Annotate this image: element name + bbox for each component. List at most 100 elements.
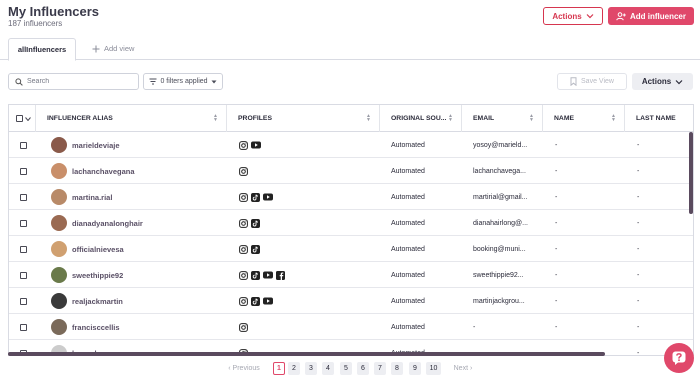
tab-allinfluencers[interactable]: allInfluencers bbox=[8, 38, 76, 61]
page-button[interactable]: 8 bbox=[391, 362, 403, 375]
row-checkbox[interactable] bbox=[20, 271, 27, 279]
avatar bbox=[51, 293, 67, 309]
chevron-down-icon[interactable] bbox=[25, 116, 31, 121]
influencer-alias[interactable]: sweethippie92 bbox=[72, 271, 123, 280]
page-button[interactable]: 6 bbox=[357, 362, 369, 375]
source-cell: Automated bbox=[391, 167, 425, 175]
page-button[interactable]: 3 bbox=[305, 362, 317, 375]
sort-icon[interactable]: ▲ ▼ bbox=[366, 114, 371, 123]
row-checkbox[interactable] bbox=[20, 141, 27, 149]
name-cell: - bbox=[555, 271, 558, 279]
page-button[interactable]: 4 bbox=[322, 362, 334, 375]
youtube-icon[interactable] bbox=[263, 271, 273, 279]
table-row[interactable]: sweethippie92 Automated sweethippie92... - - bbox=[9, 262, 693, 288]
column-header-last-name[interactable]: LAST NAME bbox=[625, 105, 693, 132]
table-row[interactable]: officialnievesa Automated booking@muni... -… bbox=[9, 236, 693, 262]
influencer-alias[interactable]: officialnievesa bbox=[72, 245, 124, 254]
add-influencer-button[interactable]: Add influencer bbox=[608, 7, 694, 25]
table-row[interactable]: realjackmartin Automated martinjackgrou...… bbox=[9, 288, 693, 314]
row-checkbox[interactable] bbox=[20, 323, 27, 331]
table-row[interactable]: francisccellis Automated - - - bbox=[9, 314, 693, 340]
table-row[interactable]: marieldeviaje Automated yosoy@marield... - - bbox=[9, 132, 693, 158]
page-button[interactable]: 10 bbox=[426, 362, 441, 375]
youtube-icon[interactable] bbox=[251, 141, 261, 149]
row-checkbox[interactable] bbox=[20, 297, 27, 305]
influencer-alias[interactable]: francisccellis bbox=[72, 323, 120, 332]
help-chat-button[interactable] bbox=[664, 343, 694, 373]
column-header-profiles[interactable]: PROFILES ▲ ▼ bbox=[227, 105, 380, 132]
instagram-icon[interactable] bbox=[239, 140, 248, 150]
search-input[interactable] bbox=[27, 78, 127, 85]
email-cell: lachanchavega... bbox=[473, 167, 526, 175]
sort-icon[interactable]: ▲ ▼ bbox=[529, 114, 534, 123]
last-name-cell: - bbox=[637, 141, 640, 149]
previous-page-button[interactable]: ‹ Previous bbox=[224, 362, 264, 375]
table-row[interactable]: martina.rial Automated martirial@gmail... -… bbox=[9, 184, 693, 210]
avatar bbox=[51, 137, 67, 153]
profiles-cell bbox=[239, 158, 379, 184]
last-name-cell: - bbox=[637, 193, 640, 201]
table-header: INFLUENCER ALIAS ▲ ▼ PROFILES ▲ ▼ ORIGINAL… bbox=[9, 105, 693, 132]
search-icon bbox=[15, 77, 23, 86]
influencer-alias[interactable]: marieldeviaje bbox=[72, 141, 120, 150]
vertical-scrollbar[interactable] bbox=[689, 132, 693, 214]
column-header-source[interactable]: ORIGINAL SOU... ▲ ▼ bbox=[380, 105, 462, 132]
instagram-icon[interactable] bbox=[239, 192, 248, 202]
facebook-icon[interactable] bbox=[276, 270, 285, 280]
influencer-alias[interactable]: realjackmartin bbox=[72, 297, 123, 306]
save-view-button[interactable]: Save View bbox=[557, 73, 627, 90]
youtube-icon[interactable] bbox=[263, 297, 273, 305]
avatar bbox=[51, 267, 67, 283]
instagram-icon[interactable] bbox=[239, 166, 248, 176]
tiktok-icon[interactable] bbox=[251, 218, 260, 228]
table-actions-button[interactable]: Actions bbox=[632, 73, 693, 90]
select-all-checkbox[interactable] bbox=[16, 115, 23, 122]
column-header-alias[interactable]: INFLUENCER ALIAS ▲ ▼ bbox=[36, 105, 227, 132]
filters-button[interactable]: 0 filters applied bbox=[143, 73, 223, 90]
row-checkbox[interactable] bbox=[20, 219, 27, 227]
instagram-icon[interactable] bbox=[239, 244, 248, 254]
instagram-icon[interactable] bbox=[239, 218, 248, 228]
tiktok-icon[interactable] bbox=[251, 192, 260, 202]
tiktok-icon[interactable] bbox=[251, 244, 260, 254]
profiles-cell bbox=[239, 184, 379, 210]
sort-icon[interactable]: ▲ ▼ bbox=[213, 114, 218, 123]
previous-label: Previous bbox=[232, 365, 260, 372]
page-button[interactable]: 1 bbox=[273, 362, 285, 375]
page-button[interactable]: 2 bbox=[288, 362, 300, 375]
influencer-alias[interactable]: lachanchavegana bbox=[72, 167, 135, 176]
instagram-icon[interactable] bbox=[239, 270, 248, 280]
instagram-icon[interactable] bbox=[239, 296, 248, 306]
table-row[interactable]: lachanchavegana Automated lachanchavega...… bbox=[9, 158, 693, 184]
avatar bbox=[51, 189, 67, 205]
instagram-icon[interactable] bbox=[239, 322, 248, 332]
last-name-cell: - bbox=[637, 297, 640, 305]
page-button[interactable]: 7 bbox=[374, 362, 386, 375]
header-actions-button[interactable]: Actions bbox=[543, 7, 603, 25]
row-checkbox[interactable] bbox=[20, 167, 27, 175]
search-box[interactable] bbox=[8, 73, 139, 90]
youtube-icon[interactable] bbox=[263, 193, 273, 201]
column-header-email[interactable]: EMAIL ▲ ▼ bbox=[462, 105, 543, 132]
page-button[interactable]: 9 bbox=[409, 362, 421, 375]
column-header-label: LAST NAME bbox=[636, 115, 676, 122]
row-checkbox[interactable] bbox=[20, 193, 27, 201]
tiktok-icon[interactable] bbox=[251, 270, 260, 280]
next-page-button[interactable]: Next › bbox=[450, 362, 476, 375]
influencer-alias[interactable]: martina.rial bbox=[72, 193, 112, 202]
source-cell: Automated bbox=[391, 245, 425, 253]
column-header-name[interactable]: NAME ▲ ▼ bbox=[543, 105, 625, 132]
sort-icon[interactable]: ▲ ▼ bbox=[448, 114, 453, 123]
sort-icon[interactable]: ▲ ▼ bbox=[611, 114, 616, 123]
profiles-cell bbox=[239, 236, 379, 262]
pagination: ‹ Previous 1 2 3 4 5 6 7 8 9 10 Next › bbox=[0, 362, 700, 376]
email-cell: dianahairlong@... bbox=[473, 219, 528, 227]
plus-icon bbox=[92, 45, 100, 52]
horizontal-scrollbar[interactable] bbox=[8, 352, 605, 356]
row-checkbox[interactable] bbox=[20, 245, 27, 253]
influencer-alias[interactable]: dianadyanalonghair bbox=[72, 219, 143, 228]
add-view-button[interactable]: Add view bbox=[92, 44, 134, 53]
table-row[interactable]: dianadyanalonghair Automated dianahairlong… bbox=[9, 210, 693, 236]
tiktok-icon[interactable] bbox=[251, 296, 260, 306]
page-button[interactable]: 5 bbox=[340, 362, 352, 375]
